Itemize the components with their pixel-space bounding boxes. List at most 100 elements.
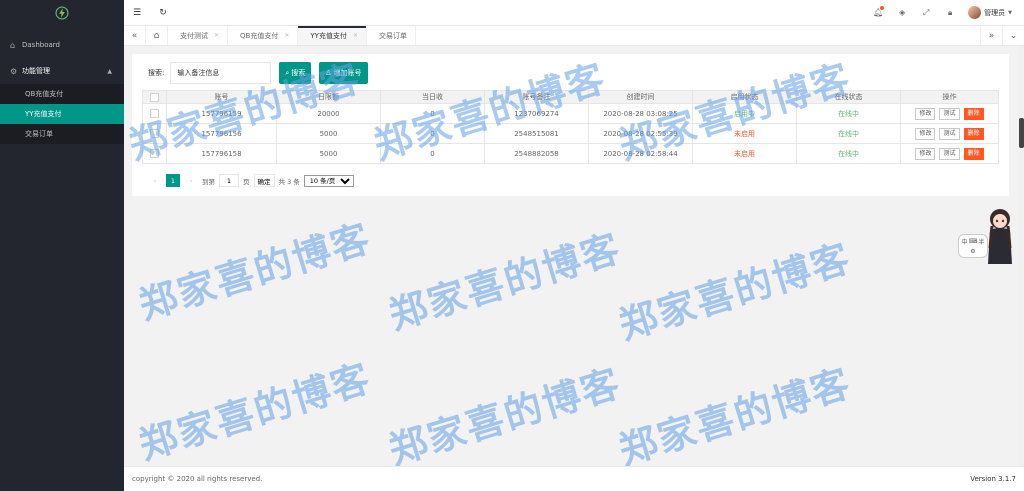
close-icon[interactable]: ✕ <box>353 32 358 39</box>
row-checkbox[interactable] <box>150 129 159 138</box>
delete-button[interactable]: 删除 <box>963 147 984 160</box>
tabs-scroll-left-icon[interactable]: « <box>124 26 146 45</box>
limit-cell: 20000 <box>276 103 381 124</box>
actions-cell: 修改 测试 删除 <box>900 143 999 164</box>
row-checkbox[interactable] <box>150 109 159 118</box>
sidebar-item-label: 交易订单 <box>25 130 53 138</box>
close-icon[interactable]: ✕ <box>284 32 289 39</box>
row-checkbox[interactable] <box>150 149 159 158</box>
current-page-button[interactable]: 1 <box>166 174 180 187</box>
scrollbar[interactable] <box>1019 46 1024 466</box>
add-account-button[interactable]: ♙ 增加账号 <box>319 62 368 84</box>
mascot-widget[interactable]: 中 ⌨ 半 ⚙ <box>958 208 1022 272</box>
lightning-circle-icon <box>55 6 69 20</box>
edit-button[interactable]: 修改 <box>915 107 936 120</box>
test-button[interactable]: 测试 <box>939 147 960 160</box>
ime-button[interactable]: 中 <box>962 237 968 246</box>
sidebar-group-function-management[interactable]: ⚙ 功能管理 ▲ <box>0 58 124 84</box>
online-status-cell: 在线中 <box>796 103 901 124</box>
row-select-cell <box>142 143 167 164</box>
delete-button[interactable]: 删除 <box>963 127 984 140</box>
test-button[interactable]: 测试 <box>939 107 960 120</box>
sidebar-item-qb-recharge[interactable]: QB充值支付 <box>0 84 124 104</box>
logo[interactable] <box>0 0 124 26</box>
column-header: 当日收 <box>380 90 485 104</box>
gear-icon: ⚙ <box>10 66 18 76</box>
tab-bar-right: » ⌄ <box>980 26 1024 45</box>
close-icon[interactable]: ✕ <box>214 32 219 39</box>
today-cell: 0 <box>380 143 485 164</box>
tab-qb-recharge[interactable]: QB充值支付 ✕ <box>228 26 299 45</box>
delete-button[interactable]: 删除 <box>963 107 984 120</box>
ime-button[interactable]: 半 <box>978 237 984 246</box>
page-unit-label: 页 <box>243 177 250 186</box>
test-button[interactable]: 测试 <box>939 127 960 140</box>
tab-pay-test[interactable]: 支付测试 ✕ <box>168 26 229 45</box>
sidebar-item-yy-recharge[interactable]: YY充值支付 <box>0 104 124 124</box>
watermark-text: 郑家喜的博客 <box>613 360 857 466</box>
actions-cell: 修改 测试 删除 <box>900 103 999 124</box>
goto-label: 到第 <box>202 177 215 186</box>
column-header: 在线状态 <box>796 90 901 104</box>
user-menu[interactable]: 管理员 ▼ <box>968 6 1012 19</box>
tab-label: 交易订单 <box>378 31 407 40</box>
settings-icon[interactable]: ⚙ <box>970 248 975 255</box>
table-row: 157796159 20000 0 1237069274 2020-08-28 … <box>142 103 999 124</box>
caret-down-icon: ▼ <box>1008 9 1012 16</box>
created-cell: 2020-08-28 02:58:44 <box>588 143 693 164</box>
search-button-label: 搜索 <box>291 69 306 77</box>
theme-icon[interactable]: ◈ <box>890 0 914 26</box>
enabled-status-cell: 启用中 <box>692 103 797 124</box>
enabled-status-cell: 未启用 <box>692 143 797 164</box>
today-cell: 0 <box>380 103 485 124</box>
scrollbar-thumb[interactable] <box>1019 118 1024 148</box>
actions-cell: 修改 测试 删除 <box>900 123 999 144</box>
user-name: 管理员 <box>984 8 1006 17</box>
notification-dot <box>880 5 885 10</box>
tab-home-icon[interactable]: ⌂ <box>146 26 168 45</box>
remark-cell: 1237069274 <box>484 103 589 124</box>
sidebar-item-dashboard[interactable]: ⌂ Dashboard <box>0 32 124 58</box>
tab-bar: « ⌂ 支付测试 ✕ QB充值支付 ✕ YY充值支付 ✕ 交易订单 » ⌄ <box>124 26 1024 46</box>
next-page-icon[interactable]: › <box>184 177 198 185</box>
remark-cell: 2548515081 <box>484 123 589 144</box>
search-button[interactable]: ⌕ 搜索 <box>279 62 312 84</box>
goto-page-input[interactable] <box>219 174 239 187</box>
account-cell: 157796158 <box>166 143 277 164</box>
tab-orders[interactable]: 交易订单 <box>367 26 416 45</box>
column-header: 日限额 <box>276 90 381 104</box>
footer: copyright © 2020 all rights reserved. Ve… <box>124 466 1024 491</box>
created-cell: 2020-08-28 02:55:39 <box>588 123 693 144</box>
fullscreen-icon[interactable]: ⤢ <box>914 0 938 26</box>
keyboard-icon[interactable]: ⌨ <box>969 238 978 245</box>
sidebar-item-orders[interactable]: 交易订单 <box>0 124 124 144</box>
created-cell: 2020-08-28 03:08:25 <box>588 103 693 124</box>
tabs-menu-icon[interactable]: ⌄ <box>1002 26 1024 45</box>
edit-button[interactable]: 修改 <box>915 127 936 140</box>
input-method-box: 中 ⌨ 半 ⚙ <box>958 234 988 258</box>
tabs-scroll-right-icon[interactable]: » <box>980 26 1002 45</box>
topbar: ☰ ↻ 🔔︎ ◈ ⤢ 🔒︎ 管理员 ▼ <box>124 0 1024 26</box>
page-size-select[interactable]: 10 条/页 <box>303 174 354 187</box>
search-input[interactable] <box>170 62 272 84</box>
refresh-icon[interactable]: ↻ <box>150 0 176 26</box>
prev-page-icon[interactable]: ‹ <box>148 177 162 185</box>
watermark-text: 郑家喜的博客 <box>383 360 627 466</box>
edit-button[interactable]: 修改 <box>915 147 936 160</box>
limit-cell: 5000 <box>276 143 381 164</box>
enabled-status-cell: 未启用 <box>692 123 797 144</box>
topbar-right: 🔔︎ ◈ ⤢ 🔒︎ 管理员 ▼ <box>866 0 1024 26</box>
column-header: 启用状态 <box>692 90 797 104</box>
mascot-girl-icon <box>988 209 1012 264</box>
select-all-checkbox[interactable] <box>150 92 159 102</box>
menu-toggle-icon[interactable]: ☰ <box>124 0 150 26</box>
lock-icon[interactable]: 🔒︎ <box>938 0 962 26</box>
online-status-cell: 在线中 <box>796 143 901 164</box>
version-text: Version 3.1.7 <box>970 475 1016 483</box>
goto-confirm-button[interactable]: 确定 <box>253 174 275 187</box>
account-cell: 157796156 <box>166 123 277 144</box>
watermark-text: 郑家喜的博客 <box>133 355 377 466</box>
column-header: 账号备注 <box>484 90 589 104</box>
tab-yy-recharge[interactable]: YY充值支付 ✕ <box>298 26 367 45</box>
bell-icon[interactable]: 🔔︎ <box>866 0 890 26</box>
